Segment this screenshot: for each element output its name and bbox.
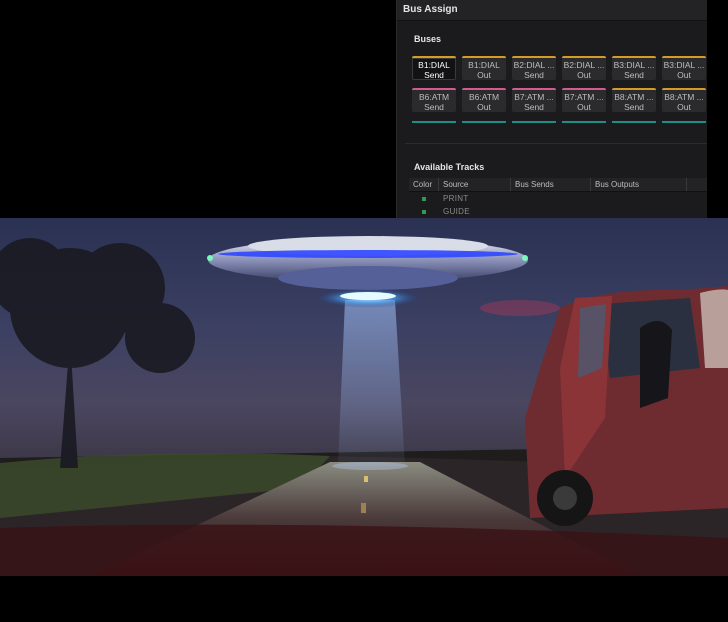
bus-button-b3-dial-out[interactable]: B3:DIAL ... Out xyxy=(662,56,706,80)
track-row[interactable]: PRINT xyxy=(409,192,707,205)
bus-name: B7:ATM ... xyxy=(514,92,554,102)
bus-name: B7:ATM ... xyxy=(564,92,604,102)
track-source: GUIDE xyxy=(443,207,470,216)
bus-type: Out xyxy=(477,70,491,80)
viewer-image xyxy=(0,218,728,576)
bus-name: B8:ATM ... xyxy=(664,92,704,102)
bus-button-b3-dial-send[interactable]: B3:DIAL ... Send xyxy=(612,56,656,80)
track-source: PRINT xyxy=(443,194,469,203)
bus-name: B1:DIAL xyxy=(418,60,450,70)
bus-button-b6-atm-send[interactable]: B6:ATM Send xyxy=(412,88,456,112)
bus-next-row-hint xyxy=(412,121,707,123)
bus-type: Send xyxy=(524,70,544,80)
bus-button-b1-dial-out[interactable]: B1:DIAL Out xyxy=(462,56,506,80)
bus-type: Out xyxy=(677,102,691,112)
bus-assign-panel: Bus Assign Buses B1:DIAL Send B1:DIAL Ou… xyxy=(396,0,707,222)
bus-type: Send xyxy=(424,102,444,112)
bus-name: B1:DIAL xyxy=(468,60,500,70)
buses-heading: Buses xyxy=(414,34,442,44)
section-divider xyxy=(405,143,707,144)
bus-button-b2-dial-send[interactable]: B2:DIAL ... Send xyxy=(512,56,556,80)
bus-name: B6:ATM xyxy=(418,92,450,102)
available-tracks-table: Color Source Bus Sends Bus Outputs PRINT… xyxy=(409,178,707,218)
column-header-bus-sends[interactable]: Bus Sends xyxy=(511,178,591,191)
bus-name: B2:DIAL ... xyxy=(513,60,555,70)
bus-strip xyxy=(662,121,706,123)
bus-strip xyxy=(462,121,506,123)
bus-strip xyxy=(612,121,656,123)
bus-button-b7-atm-out[interactable]: B7:ATM ... Out xyxy=(562,88,606,112)
bus-type: Out xyxy=(577,70,591,80)
bus-type: Send xyxy=(624,70,644,80)
bus-button-b8-atm-out[interactable]: B8:ATM ... Out xyxy=(662,88,706,112)
bus-type: Out xyxy=(677,70,691,80)
bus-type: Send xyxy=(624,102,644,112)
bus-button-b7-atm-send[interactable]: B7:ATM ... Send xyxy=(512,88,556,112)
panel-title: Bus Assign xyxy=(397,0,707,21)
bus-type: Out xyxy=(477,102,491,112)
column-header-source[interactable]: Source xyxy=(439,178,511,191)
tracks-table-header: Color Source Bus Sends Bus Outputs xyxy=(409,178,707,192)
bus-name: B3:DIAL ... xyxy=(613,60,655,70)
track-color-swatch xyxy=(422,209,426,214)
track-row[interactable]: GUIDE xyxy=(409,205,707,218)
bus-name: B3:DIAL ... xyxy=(663,60,705,70)
bus-type: Out xyxy=(577,102,591,112)
bus-button-b2-dial-out[interactable]: B2:DIAL ... Out xyxy=(562,56,606,80)
bus-strip xyxy=(412,121,456,123)
track-color-swatch xyxy=(422,196,426,201)
bus-button-b1-dial-send[interactable]: B1:DIAL Send xyxy=(412,56,456,80)
bus-button-b6-atm-out[interactable]: B6:ATM Out xyxy=(462,88,506,112)
bus-name: B6:ATM xyxy=(468,92,500,102)
column-header-bus-outputs[interactable]: Bus Outputs xyxy=(591,178,687,191)
bus-strip xyxy=(562,121,606,123)
bus-grid: B1:DIAL Send B1:DIAL Out B2:DIAL ... Sen… xyxy=(412,56,707,112)
bus-type: Send xyxy=(524,102,544,112)
ufo-scene-illustration xyxy=(0,236,728,576)
bus-strip xyxy=(512,121,556,123)
bus-name: B2:DIAL ... xyxy=(563,60,605,70)
bus-button-b8-atm-send[interactable]: B8:ATM ... Send xyxy=(612,88,656,112)
column-header-color[interactable]: Color xyxy=(409,178,439,191)
bus-name: B8:ATM ... xyxy=(614,92,654,102)
bus-type: Send xyxy=(424,70,444,80)
available-tracks-heading: Available Tracks xyxy=(414,162,485,172)
